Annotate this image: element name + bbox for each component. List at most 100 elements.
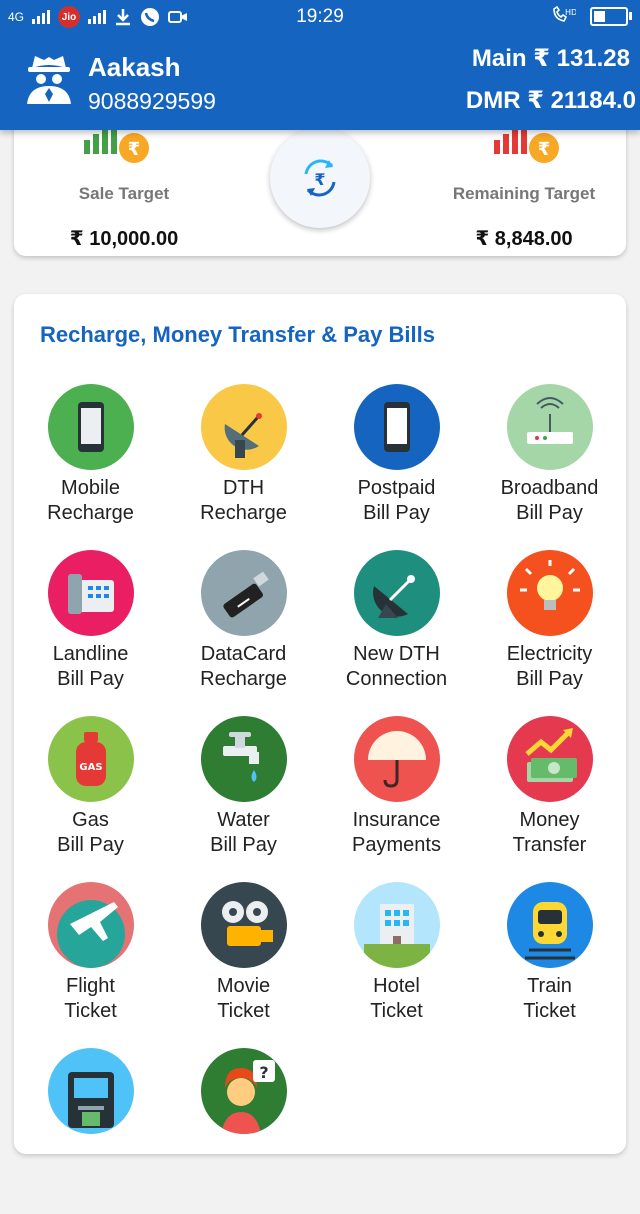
service-label-line2: Ticket — [64, 1000, 117, 1022]
service-label: Movie Ticket — [169, 974, 319, 1024]
service-item-landline-bill-pay[interactable]: Landline Bill Pay — [14, 550, 167, 716]
service-item-hotel-ticket[interactable]: Hotel Ticket — [320, 882, 473, 1048]
service-label: Broadband Bill Pay — [475, 476, 625, 526]
service-label: Mobile Recharge — [16, 476, 166, 526]
service-label-line2: Recharge — [200, 668, 287, 690]
sale-target: Sale Target ₹ 10,000.00 — [14, 184, 234, 251]
user-name: Aakash — [88, 52, 181, 82]
service-label-line2: Bill Pay — [516, 668, 583, 690]
hotel-icon — [353, 882, 440, 968]
mobile-icon — [47, 384, 134, 470]
status-right: HD — [550, 6, 632, 26]
service-label-line2: Bill Pay — [516, 502, 583, 524]
service-label-line2: Connection — [345, 668, 448, 690]
service-item-gas-bill-pay[interactable]: GAS Gas Bill Pay — [14, 716, 167, 882]
service-item-flight-ticket[interactable]: Flight Ticket — [14, 882, 167, 1048]
service-item-broadband-bill-pay[interactable]: Broadband Bill Pay — [473, 384, 626, 550]
train-icon — [506, 882, 593, 968]
router-icon — [506, 384, 593, 470]
service-item-new-dth-connection[interactable]: New DTH Connection — [320, 550, 473, 716]
service-label-line2: Recharge — [47, 502, 134, 524]
service-item-money-transfer[interactable]: Money Transfer — [473, 716, 626, 882]
rupee-refresh-icon: ₹ — [304, 159, 336, 197]
service-label-line2: Recharge — [200, 502, 287, 524]
service-label: Electricity Bill Pay — [475, 642, 625, 692]
service-label-line2: Transfer — [512, 834, 587, 856]
service-label: Postpaid Bill Pay — [322, 476, 472, 526]
app-header: 4G Jio 19:29 HD Aakash 9088929599 Main ₹… — [0, 0, 640, 130]
service-label: Gas Bill Pay — [16, 808, 166, 858]
svg-text:HD: HD — [565, 8, 576, 17]
service-item-water-bill-pay[interactable]: Water Bill Pay — [167, 716, 320, 882]
service-label: Money Transfer — [475, 808, 625, 858]
service-label-line1: Broadband — [500, 477, 599, 499]
dish-icon — [200, 384, 287, 470]
remaining-target-label: Remaining Target — [452, 184, 596, 203]
service-label-line1: DataCard — [200, 643, 287, 665]
main-balance: Main ₹ 131.28 — [471, 45, 630, 72]
call-hd-icon: HD — [553, 6, 576, 22]
service-item-electricity-bill-pay[interactable]: Electricity Bill Pay — [473, 550, 626, 716]
sale-target-icon: ₹ — [84, 124, 149, 163]
atm-icon — [47, 1048, 134, 1134]
satellite-dish-icon — [353, 550, 440, 636]
service-item-datacard-recharge[interactable]: DataCard Recharge — [167, 550, 320, 716]
sale-target-value: ₹ 10,000.00 — [69, 228, 179, 250]
service-item-mobile-recharge[interactable]: Mobile Recharge — [14, 384, 167, 550]
service-item-dth-recharge[interactable]: DTH Recharge — [167, 384, 320, 550]
service-item-train-ticket[interactable]: Train Ticket — [473, 882, 626, 1048]
usb-datacard-icon — [200, 550, 287, 636]
service-label-line2: Payments — [352, 834, 441, 856]
service-label-line1: DTH — [222, 477, 265, 499]
service-label: DTH Recharge — [169, 476, 319, 526]
money-icon — [506, 716, 593, 802]
service-label-line1: Insurance — [352, 809, 441, 831]
target-card: ₹ Sale Target ₹ 10,000.00 ₹ ₹ Remaining … — [14, 110, 626, 256]
service-item-postpaid-bill-pay[interactable]: Postpaid Bill Pay — [320, 384, 473, 550]
service-item-service-16[interactable] — [14, 1048, 167, 1214]
service-label-line2: Ticket — [217, 1000, 270, 1022]
service-item-insurance-payments[interactable]: Insurance Payments — [320, 716, 473, 882]
svg-text:₹: ₹ — [538, 139, 551, 160]
water-tap-icon — [200, 716, 287, 802]
service-label: Insurance Payments — [322, 808, 472, 858]
service-label: DataCard Recharge — [169, 642, 319, 692]
service-label-line1: Mobile — [61, 477, 120, 499]
service-label-line1: New DTH — [353, 643, 440, 665]
service-label-line1: Electricity — [506, 643, 593, 665]
remaining-target-value: ₹ 8,848.00 — [475, 228, 573, 250]
services-title: Recharge, Money Transfer & Pay Bills — [40, 322, 435, 347]
service-item-movie-ticket[interactable]: Movie Ticket — [167, 882, 320, 1048]
remaining-target-icon: ₹ — [494, 124, 559, 163]
landline-phone-icon — [47, 550, 134, 636]
service-label: Train Ticket — [475, 974, 625, 1024]
refresh-target-button[interactable]: ₹ — [270, 128, 370, 228]
svg-text:GAS: GAS — [79, 762, 102, 773]
service-label-line2: Bill Pay — [363, 502, 430, 524]
service-label-line1: Gas — [72, 809, 109, 831]
service-label-line1: Postpaid — [357, 477, 436, 499]
movie-projector-icon — [200, 882, 287, 968]
service-label: New DTH Connection — [322, 642, 472, 692]
service-label-line1: Water — [217, 809, 270, 831]
service-label-line1: Movie — [216, 975, 271, 997]
airplane-icon — [47, 882, 134, 968]
battery-icon — [590, 6, 632, 26]
service-label-line1: Landline — [52, 643, 129, 665]
svg-text:₹: ₹ — [314, 170, 325, 189]
bulb-icon — [506, 550, 593, 636]
service-label-line2: Ticket — [370, 1000, 423, 1022]
status-time: 19:29 — [296, 6, 344, 27]
services-card: Recharge, Money Transfer & Pay Bills Mob… — [14, 294, 626, 1154]
dmr-balance: DMR ₹ 21184.0 — [465, 87, 636, 114]
service-label-line1: Train — [527, 975, 572, 997]
sale-target-label: Sale Target — [78, 184, 170, 203]
status-bar: 4G Jio 19:29 HD — [0, 0, 640, 34]
svg-text:?: ? — [259, 1063, 268, 1082]
spy-avatar-icon — [27, 56, 71, 104]
umbrella-icon — [353, 716, 440, 802]
service-label-line2: Bill Pay — [57, 834, 124, 856]
service-label-line2: Ticket — [523, 1000, 576, 1022]
service-item-service-17[interactable]: ? — [167, 1048, 320, 1214]
service-label-line2: Bill Pay — [57, 668, 124, 690]
